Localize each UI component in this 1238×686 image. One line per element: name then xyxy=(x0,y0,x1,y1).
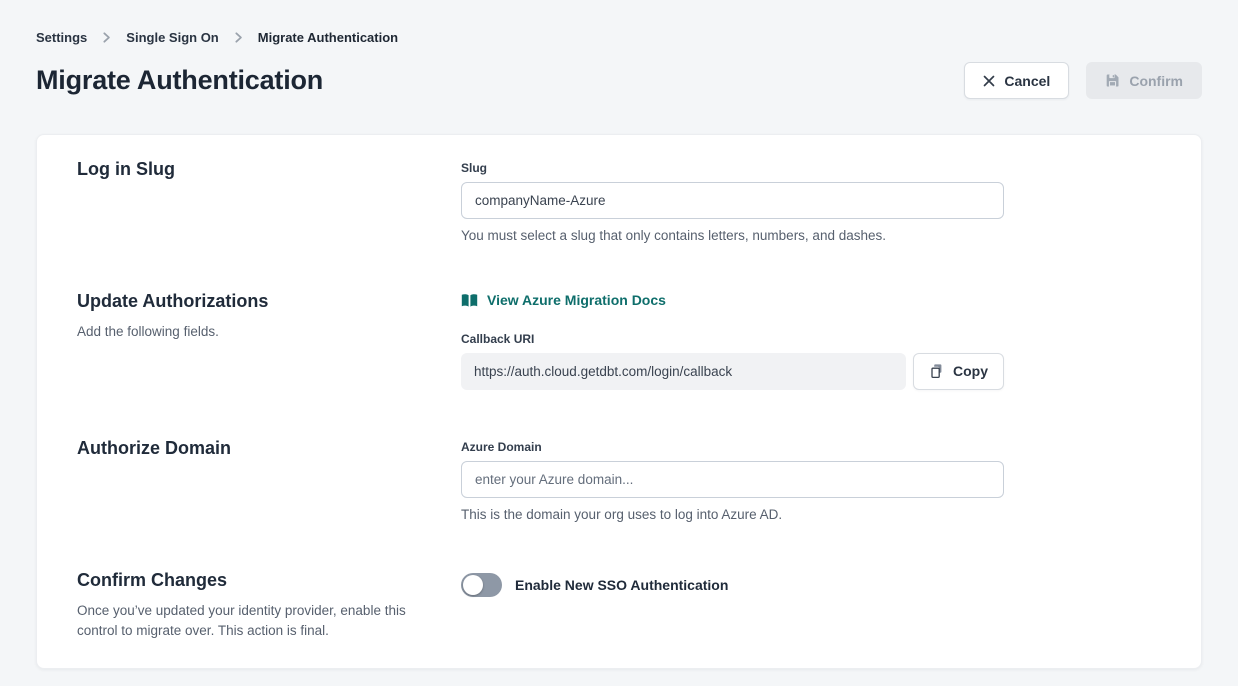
slug-label: Slug xyxy=(461,161,1004,175)
callback-uri-row: https://auth.cloud.getdbt.com/login/call… xyxy=(461,353,1004,390)
page-title: Migrate Authentication xyxy=(36,65,323,96)
section-confirm-changes-left: Confirm Changes Once you’ve updated your… xyxy=(77,570,461,643)
breadcrumb-single-sign-on[interactable]: Single Sign On xyxy=(126,30,218,45)
page-header: Migrate Authentication Cancel xyxy=(36,62,1202,99)
section-authorize-domain: Authorize Domain Azure Domain This is th… xyxy=(77,438,1161,522)
callback-uri-label: Callback URI xyxy=(461,332,1004,346)
section-login-slug: Log in Slug Slug You must select a slug … xyxy=(77,159,1161,243)
confirm-button-label: Confirm xyxy=(1129,73,1183,89)
update-authorizations-heading: Update Authorizations xyxy=(77,291,461,312)
section-update-authorizations-left: Update Authorizations Add the following … xyxy=(77,291,461,390)
chevron-right-icon xyxy=(101,32,112,43)
confirm-button[interactable]: Confirm xyxy=(1086,62,1202,99)
azure-domain-label: Azure Domain xyxy=(461,440,1004,454)
section-authorize-domain-fields: Azure Domain This is the domain your org… xyxy=(461,438,1004,522)
cancel-button-label: Cancel xyxy=(1004,73,1050,89)
book-icon xyxy=(461,293,478,308)
azure-domain-input[interactable] xyxy=(461,461,1004,498)
enable-sso-label: Enable New SSO Authentication xyxy=(515,577,728,593)
login-slug-heading: Log in Slug xyxy=(77,159,461,180)
confirm-changes-heading: Confirm Changes xyxy=(77,570,461,591)
section-update-authorizations-fields: View Azure Migration Docs Callback URI h… xyxy=(461,291,1004,390)
cancel-button[interactable]: Cancel xyxy=(964,62,1069,99)
slug-input[interactable] xyxy=(461,182,1004,219)
confirm-changes-description: Once you’ve updated your identity provid… xyxy=(77,601,409,643)
breadcrumb-current: Migrate Authentication xyxy=(258,30,398,45)
enable-sso-row: Enable New SSO Authentication xyxy=(461,573,1004,597)
update-authorizations-description: Add the following fields. xyxy=(77,322,409,343)
copy-icon xyxy=(929,363,945,379)
section-authorize-domain-left: Authorize Domain xyxy=(77,438,461,522)
breadcrumb-settings[interactable]: Settings xyxy=(36,30,87,45)
slug-helper-text: You must select a slug that only contain… xyxy=(461,228,1004,243)
section-confirm-changes-fields: Enable New SSO Authentication xyxy=(461,570,1004,643)
view-azure-migration-docs-link[interactable]: View Azure Migration Docs xyxy=(461,292,666,308)
copy-button-label: Copy xyxy=(953,363,988,379)
settings-card: Log in Slug Slug You must select a slug … xyxy=(36,134,1202,669)
save-icon xyxy=(1105,73,1120,88)
section-confirm-changes: Confirm Changes Once you’ve updated your… xyxy=(77,570,1161,643)
docs-link-label: View Azure Migration Docs xyxy=(487,292,666,308)
header-actions: Cancel Confirm xyxy=(964,62,1202,99)
section-update-authorizations: Update Authorizations Add the following … xyxy=(77,291,1161,390)
authorize-domain-heading: Authorize Domain xyxy=(77,438,461,459)
chevron-right-icon xyxy=(233,32,244,43)
section-login-slug-fields: Slug You must select a slug that only co… xyxy=(461,159,1004,243)
azure-domain-helper-text: This is the domain your org uses to log … xyxy=(461,507,1004,522)
close-icon xyxy=(983,75,995,87)
section-login-slug-left: Log in Slug xyxy=(77,159,461,243)
enable-sso-toggle[interactable] xyxy=(461,573,502,597)
toggle-knob xyxy=(463,575,483,595)
callback-uri-value: https://auth.cloud.getdbt.com/login/call… xyxy=(461,353,906,390)
page: Settings Single Sign On Migrate Authenti… xyxy=(0,0,1238,669)
breadcrumb: Settings Single Sign On Migrate Authenti… xyxy=(36,30,1202,45)
copy-button[interactable]: Copy xyxy=(913,353,1004,390)
